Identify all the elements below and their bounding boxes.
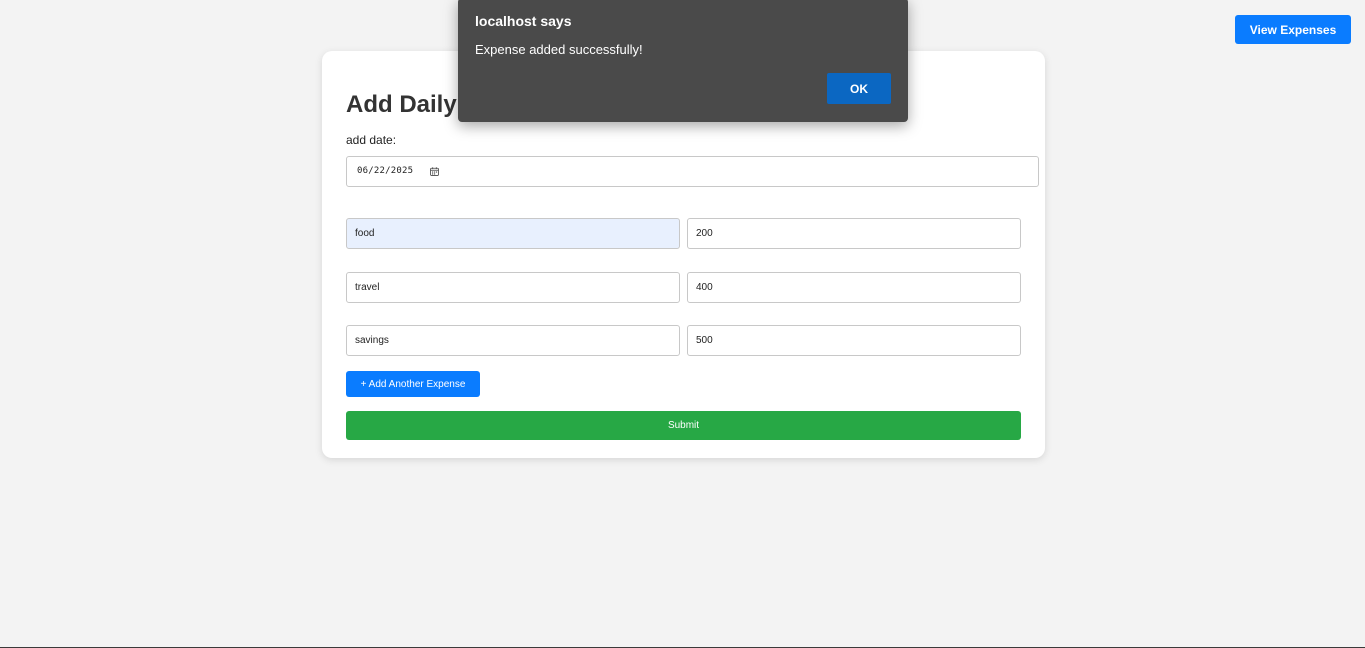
date-field[interactable]: 06/22/2025: [346, 156, 1039, 187]
add-another-expense-button[interactable]: + Add Another Expense: [346, 371, 480, 397]
page: View Expenses Add Daily Expenses add dat…: [0, 0, 1365, 648]
alert-dialog: localhost says Expense added successfull…: [458, 0, 908, 122]
expense-amount-input[interactable]: 400: [687, 272, 1021, 303]
expense-category-input[interactable]: food: [346, 218, 680, 249]
expense-category-input[interactable]: savings: [346, 325, 680, 356]
ok-button[interactable]: OK: [827, 73, 891, 104]
view-expenses-button[interactable]: View Expenses: [1235, 15, 1351, 44]
expense-amount-input[interactable]: 200: [687, 218, 1021, 249]
date-label: add date:: [346, 133, 397, 147]
expense-category-input[interactable]: travel: [346, 272, 680, 303]
calendar-icon[interactable]: [430, 167, 439, 176]
dialog-message: Expense added successfully!: [475, 42, 643, 57]
date-value: 06/22/2025: [357, 166, 414, 176]
expense-amount-input[interactable]: 500: [687, 325, 1021, 356]
submit-button[interactable]: Submit: [346, 411, 1021, 440]
dialog-title: localhost says: [475, 13, 572, 29]
